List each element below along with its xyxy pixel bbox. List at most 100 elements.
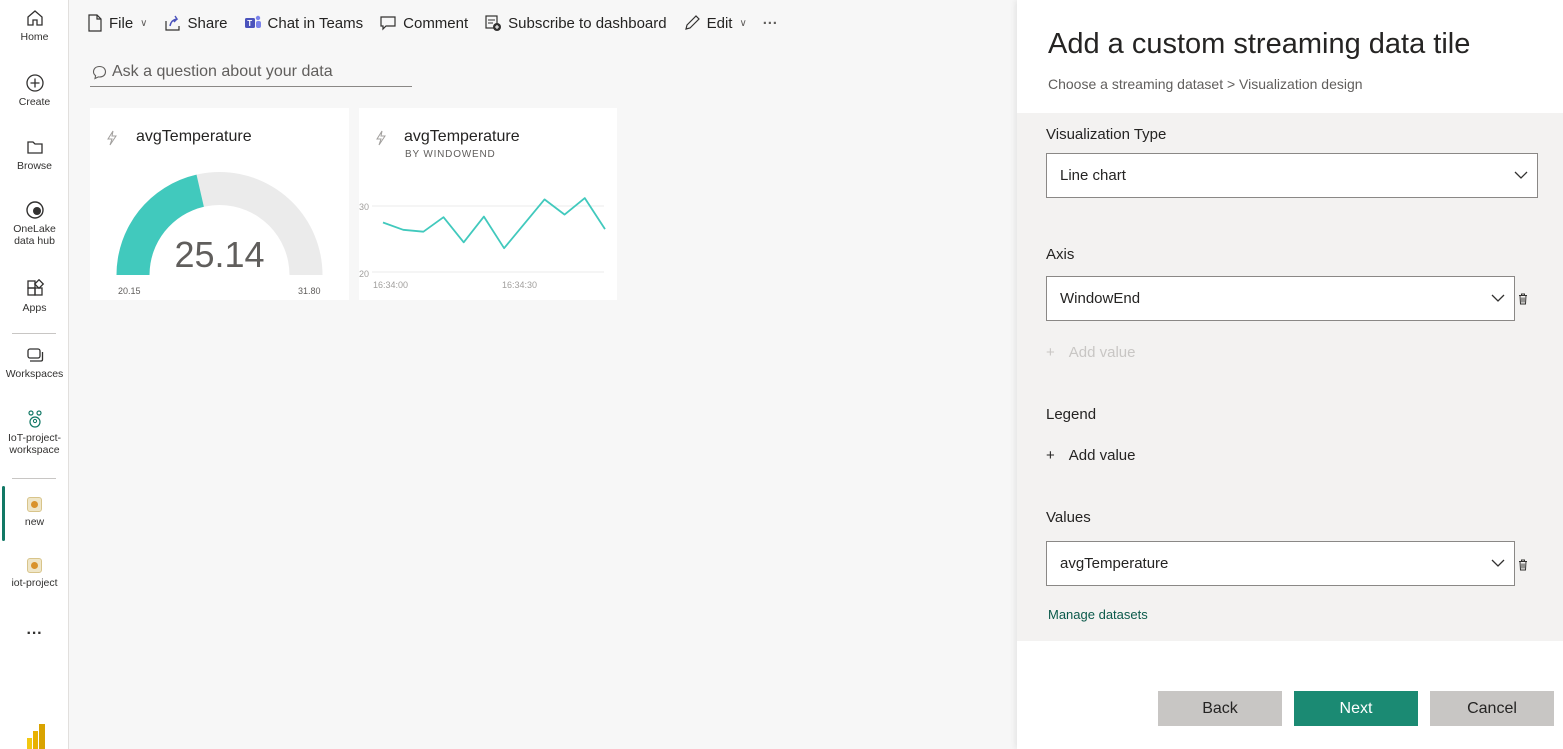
share-icon [164,15,180,31]
nav-item-iot-project[interactable]: iot-project [0,558,69,589]
nav-item-new[interactable]: new [0,497,69,528]
axis-dropdown[interactable]: WindowEnd [1046,276,1515,321]
viz-type-dropdown[interactable]: Line chart [1046,153,1538,198]
axis-value: WindowEnd [1060,290,1141,307]
chevron-down-icon [1491,559,1505,567]
workspace-people-icon [27,410,42,428]
apps-icon [26,279,44,296]
y-tick-30: 30 [359,202,369,212]
file-icon [88,14,102,32]
qna-input[interactable]: Ask a question about your data [90,58,412,87]
edit-menu[interactable]: Edit ∨ [683,14,747,32]
nav-more[interactable]: ··· [0,626,69,642]
nav-browse[interactable]: Browse [0,137,69,172]
manage-datasets-link[interactable]: Manage datasets [1048,607,1148,622]
dashboard-app-icon [27,497,42,512]
left-nav-rail: Home Create Browse OneLake data hub Apps… [0,0,69,749]
workspaces-icon [26,348,43,362]
subscribe-button[interactable]: Subscribe to dashboard [484,14,667,32]
share-button-label: Share [187,14,228,32]
axis-add-value[interactable]: + Add value [1046,344,1135,361]
values-label: Values [1046,509,1091,526]
viz-type-section: Visualization Type Line chart [1017,113,1563,224]
legend-add-value[interactable]: + Add value [1046,447,1135,464]
nav-workspace-label-1: IoT-project- [7,432,62,444]
chat-in-teams-button[interactable]: T Chat in Teams [244,14,364,32]
pane-title: Add a custom streaming data tile [1048,28,1471,60]
more-options-button[interactable]: ··· [763,15,778,32]
nav-apps-label: Apps [22,302,47,314]
nav-home-label: Home [20,31,49,43]
dashboard-app-icon [27,558,42,573]
plus-icon: + [1046,447,1055,464]
fields-section: Axis WindowEnd + Add value Legend + Add … [1017,224,1563,641]
chevron-down-icon [1514,171,1528,179]
qna-placeholder: Ask a question about your data [112,63,333,80]
nav-onelake-label-2: data hub [14,235,55,247]
chevron-down-icon [1491,294,1505,302]
powerbi-logo-icon [27,724,45,749]
nav-workspaces-label: Workspaces [5,368,64,380]
share-button[interactable]: Share [164,14,228,32]
gauge-min-label: 20.15 [118,286,141,296]
axis-label: Axis [1046,246,1075,263]
nav-browse-label: Browse [16,160,52,172]
next-button[interactable]: Next [1294,691,1418,726]
plus-icon: + [1046,344,1055,361]
gauge-value: 25.14 [174,234,265,275]
comment-button-label: Comment [403,14,469,32]
delete-axis-trash-icon[interactable] [1518,293,1528,305]
file-menu[interactable]: File ∨ [87,14,148,32]
top-toolbar: File ∨ Share T Chat in Teams Comment Sub… [69,0,794,46]
streaming-tile-pane: Add a custom streaming data tile Choose … [1017,0,1563,749]
nav-divider [12,333,56,334]
folder-icon [26,141,43,154]
onelake-icon [25,201,44,219]
x-tick-2: 16:34:30 [502,280,537,290]
nav-onelake-label-1: OneLake [13,223,56,235]
nav-create[interactable]: Create [0,73,69,108]
nav-item-new-label: new [24,516,45,528]
nav-workspace-iot[interactable]: IoT-project- workspace [0,409,69,456]
chevron-down-icon: ∨ [739,17,747,29]
gauge-tile[interactable]: avgTemperature 25.14 20.15 31.80 [90,108,349,300]
legend-label: Legend [1046,406,1097,423]
gauge-max-label: 31.80 [298,286,321,296]
add-circle-icon [25,74,44,92]
edit-menu-label: Edit [706,14,733,32]
x-tick-1: 16:34:00 [373,280,408,290]
nav-apps[interactable]: Apps [0,279,69,314]
nav-create-label: Create [18,96,51,108]
chat-in-teams-label: Chat in Teams [267,14,364,32]
nav-divider-2 [12,478,56,479]
line-chart: 30 20 16:34:00 16:34:30 [359,197,606,290]
viz-type-value: Line chart [1060,167,1126,184]
teams-icon: T [244,15,261,28]
chevron-down-icon: ∨ [140,17,148,29]
values-value: avgTemperature [1060,555,1169,572]
line-chart-tile[interactable]: avgTemperature BY WINDOWEND 30 20 16:34:… [359,108,617,300]
cancel-button[interactable]: Cancel [1430,691,1554,726]
comment-icon [380,16,396,31]
back-button[interactable]: Back [1158,691,1282,726]
pane-breadcrumb: Choose a streaming dataset > Visualizati… [1048,76,1363,92]
speech-bubble-icon [92,65,107,79]
viz-type-label: Visualization Type [1046,126,1167,143]
comment-button[interactable]: Comment [379,14,468,32]
axis-add-value-label: Add value [1068,344,1136,361]
nav-onelake[interactable]: OneLake data hub [0,200,69,247]
subscribe-icon [485,15,502,31]
nav-workspaces[interactable]: Workspaces [0,345,69,380]
delete-value-trash-icon[interactable] [1518,559,1528,571]
svg-text:T: T [247,19,252,28]
legend-add-value-label: Add value [1068,447,1136,464]
y-tick-20: 20 [359,269,369,279]
file-menu-label: File [109,14,134,32]
pencil-icon [684,15,700,30]
nav-home[interactable]: Home [0,8,69,43]
values-dropdown[interactable]: avgTemperature [1046,541,1515,586]
home-icon [26,10,43,26]
nav-workspace-label-2: workspace [9,444,60,456]
subscribe-button-label: Subscribe to dashboard [508,14,667,32]
nav-item-iot-label: iot-project [11,577,58,589]
